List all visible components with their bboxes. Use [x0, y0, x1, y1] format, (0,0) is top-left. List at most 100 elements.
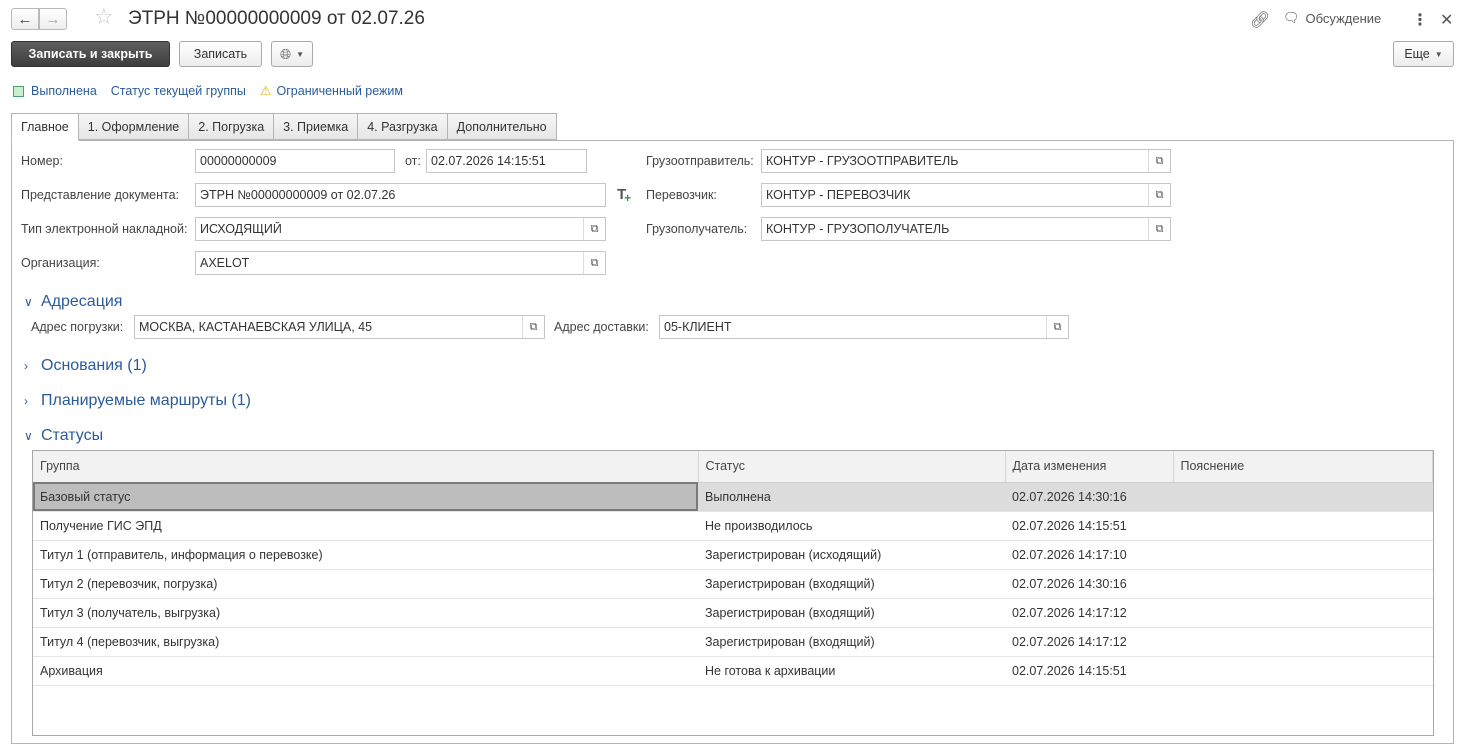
column-header-group[interactable]: Группа: [33, 451, 699, 483]
cell-status[interactable]: Зарегистрирован (входящий): [698, 598, 1005, 628]
discussion-label: Обсуждение: [1305, 10, 1382, 26]
cell-date[interactable]: 02.07.2026 14:30:16: [1005, 482, 1173, 512]
open-icon[interactable]: ⧉: [1148, 184, 1170, 206]
globe-icon: 🌐︎: [279, 45, 292, 62]
cell-status[interactable]: Не готова к архивации: [698, 656, 1005, 686]
cell-group[interactable]: Титул 3 (получатель, выгрузка): [33, 598, 698, 628]
column-header-date[interactable]: Дата изменения: [1005, 451, 1174, 483]
table-row[interactable]: Базовый статус Выполнена 02.07.2026 14:3…: [33, 482, 1433, 512]
carrier-label: Перевозчик:: [646, 188, 717, 202]
loading-address-field[interactable]: МОСКВА, КАСТАНАЕВСКАЯ УЛИЦА, 45 ⧉: [134, 315, 545, 339]
open-icon[interactable]: ⧉: [522, 316, 544, 338]
organization-field[interactable]: AXELOT ⧉: [195, 251, 606, 275]
consignee-field[interactable]: КОНТУР - ГРУЗОПОЛУЧАТЕЛЬ ⧉: [761, 217, 1171, 241]
completed-status-link[interactable]: Выполнена: [31, 84, 97, 98]
cell-note[interactable]: [1173, 511, 1433, 541]
table-row[interactable]: Титул 3 (получатель, выгрузка) Зарегистр…: [33, 598, 1433, 628]
cell-group[interactable]: Получение ГИС ЭПД: [33, 511, 698, 541]
delivery-address-value: 05-КЛИЕНТ: [664, 320, 732, 334]
open-icon[interactable]: ⧉: [1046, 316, 1068, 338]
shipper-field[interactable]: КОНТУР - ГРУЗООТПРАВИТЕЛЬ ⧉: [761, 149, 1171, 173]
save-and-close-button[interactable]: Записать и закрыть: [11, 41, 170, 67]
tab-registration[interactable]: 1. Оформление: [78, 113, 190, 140]
table-row[interactable]: Титул 2 (перевозчик, погрузка) Зарегистр…: [33, 569, 1433, 599]
cell-group[interactable]: Титул 4 (перевозчик, выгрузка): [33, 627, 698, 657]
save-button[interactable]: Записать: [179, 41, 262, 67]
table-row[interactable]: Архивация Не готова к архивации 02.07.20…: [33, 656, 1433, 686]
close-icon[interactable]: ✕: [1440, 10, 1453, 30]
cell-date[interactable]: 02.07.2026 14:17:12: [1005, 598, 1173, 628]
group-status-link[interactable]: Статус текущей группы: [111, 84, 246, 98]
tab-main[interactable]: Главное: [11, 113, 79, 141]
save-label: Записать: [193, 47, 248, 61]
tab-loading[interactable]: 2. Погрузка: [189, 113, 275, 140]
save-and-close-label: Записать и закрыть: [28, 47, 153, 61]
text-edit-icon[interactable]: T+: [617, 186, 633, 205]
carrier-field[interactable]: КОНТУР - ПЕРЕВОЗЧИК ⧉: [761, 183, 1171, 207]
open-icon[interactable]: ⧉: [583, 252, 605, 274]
arrow-left-icon: ←: [17, 10, 33, 28]
table-row[interactable]: Получение ГИС ЭПД Не производилось 02.07…: [33, 511, 1433, 541]
warning-icon: ⚠: [259, 83, 272, 98]
addressing-section-header[interactable]: ∨ Адресация: [24, 293, 122, 311]
cell-date[interactable]: 02.07.2026 14:17:10: [1005, 540, 1173, 570]
date-field[interactable]: 02.07.2026 14:15:51: [426, 149, 587, 173]
presentation-field[interactable]: ЭТРН №00000000009 от 02.07.26: [195, 183, 606, 207]
cell-note[interactable]: [1173, 482, 1433, 512]
cell-note[interactable]: [1173, 598, 1433, 628]
back-button[interactable]: ←: [11, 8, 39, 30]
globe-menu-button[interactable]: 🌐︎ ▼: [271, 41, 313, 67]
limited-mode-link[interactable]: Ограниченный режим: [277, 84, 403, 98]
cell-date[interactable]: 02.07.2026 14:30:16: [1005, 569, 1173, 599]
cell-group[interactable]: Титул 2 (перевозчик, погрузка): [33, 569, 698, 599]
cell-note[interactable]: [1173, 627, 1433, 657]
cell-status[interactable]: Зарегистрирован (входящий): [698, 569, 1005, 599]
shipper-label: Грузоотправитель:: [646, 154, 754, 168]
cell-note[interactable]: [1173, 656, 1433, 686]
cell-note[interactable]: [1173, 540, 1433, 570]
tab-additional[interactable]: Дополнительно: [447, 113, 557, 140]
tab-acceptance[interactable]: 3. Приемка: [274, 113, 359, 140]
cell-date[interactable]: 02.07.2026 14:15:51: [1005, 656, 1173, 686]
addressing-title: Адресация: [41, 293, 123, 310]
discussion-button[interactable]: 🗨︎ Обсуждение: [1283, 10, 1381, 26]
cell-group[interactable]: Базовый статус: [33, 482, 698, 512]
cell-status[interactable]: Не производилось: [698, 511, 1005, 541]
more-button[interactable]: Еще ▼: [1393, 41, 1454, 67]
delivery-address-field[interactable]: 05-КЛИЕНТ ⧉: [659, 315, 1069, 339]
chevron-right-icon: ›: [24, 359, 28, 373]
tab-unloading[interactable]: 4. Разгрузка: [358, 113, 448, 140]
arrow-right-icon: →: [45, 10, 61, 28]
table-row[interactable]: Титул 4 (перевозчик, выгрузка) Зарегистр…: [33, 627, 1433, 657]
cell-group[interactable]: Титул 1 (отправитель, информация о перев…: [33, 540, 698, 570]
open-icon[interactable]: ⧉: [1148, 150, 1170, 172]
chevron-right-icon: ›: [24, 394, 28, 408]
cell-status[interactable]: Выполнена: [698, 482, 1005, 512]
open-icon[interactable]: ⧉: [583, 218, 605, 240]
column-header-status[interactable]: Статус: [698, 451, 1006, 483]
routes-title: Планируемые маршруты (1): [41, 392, 251, 409]
cell-date[interactable]: 02.07.2026 14:17:12: [1005, 627, 1173, 657]
routes-section-header[interactable]: › Планируемые маршруты (1): [24, 392, 251, 410]
cell-status[interactable]: Зарегистрирован (исходящий): [698, 540, 1005, 570]
table-row[interactable]: Титул 1 (отправитель, информация о перев…: [33, 540, 1433, 570]
favorite-star-icon[interactable]: ☆: [94, 6, 114, 28]
grounds-section-header[interactable]: › Основания (1): [24, 357, 147, 375]
cell-status[interactable]: Зарегистрирован (входящий): [698, 627, 1005, 657]
statuses-section-header[interactable]: ∨ Статусы: [24, 427, 103, 445]
cell-group[interactable]: Архивация: [33, 656, 698, 686]
date-label: от:: [405, 154, 421, 168]
number-field[interactable]: 00000000009: [195, 149, 395, 173]
completed-status-icon: [13, 85, 24, 97]
more-actions-icon[interactable]: ⋮: [1412, 10, 1428, 30]
type-field[interactable]: ИСХОДЯЩИЙ ⧉: [195, 217, 606, 241]
forward-button[interactable]: →: [39, 8, 67, 30]
statuses-table: Группа Статус Дата изменения Пояснение Б…: [32, 450, 1434, 736]
column-header-note[interactable]: Пояснение: [1173, 451, 1433, 483]
open-icon[interactable]: ⧉: [1148, 218, 1170, 240]
chevron-down-icon: ▼: [296, 49, 305, 59]
cell-date[interactable]: 02.07.2026 14:15:51: [1005, 511, 1173, 541]
link-icon[interactable]: 🔗︎: [1250, 10, 1270, 30]
grounds-title: Основания (1): [41, 357, 147, 374]
cell-note[interactable]: [1173, 569, 1433, 599]
